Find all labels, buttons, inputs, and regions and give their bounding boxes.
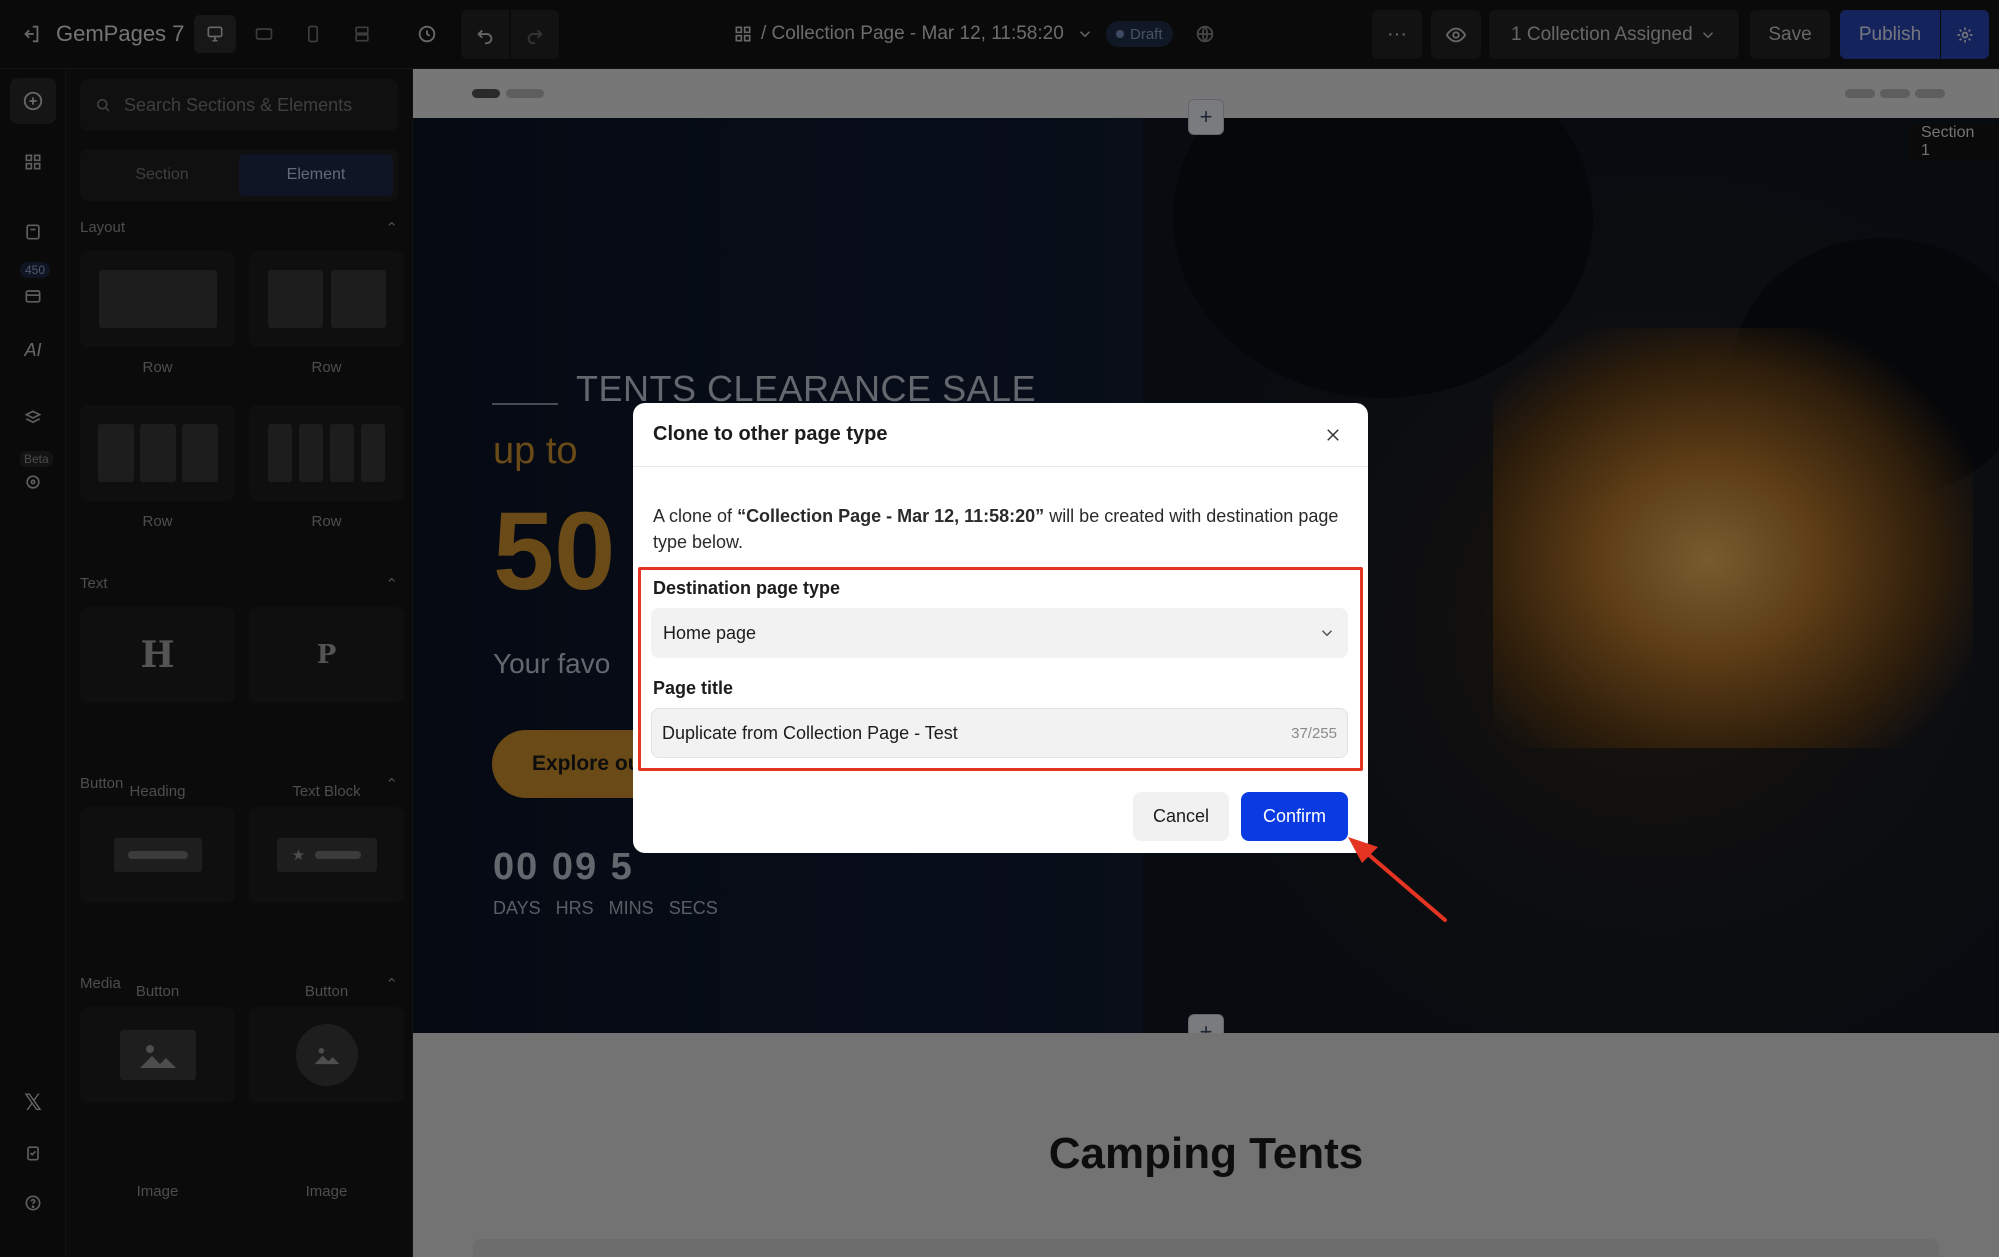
close-button[interactable] <box>1318 420 1348 450</box>
page-title-label: Page title <box>653 678 734 698</box>
destination-page-type-select[interactable]: Home page <box>651 608 1348 658</box>
desc-prefix: A clone of <box>653 506 738 526</box>
desc-page-name: “Collection Page - Mar 12, 11:58:20” <box>737 506 1045 526</box>
destination-value: Home page <box>663 622 757 643</box>
char-counter: 37/255 <box>1291 724 1337 742</box>
page-title-input[interactable] <box>662 722 1242 744</box>
chevron-down-icon <box>1321 630 1333 637</box>
destination-label: Destination page type <box>653 578 841 598</box>
close-icon <box>1327 428 1339 441</box>
cancel-button[interactable]: Cancel <box>1133 792 1229 841</box>
dialog-description: A clone of “Collection Page - Mar 12, 11… <box>653 503 1353 555</box>
annotation-arrow-icon <box>1348 837 1447 922</box>
dialog-title: Clone to other page type <box>653 423 888 445</box>
clone-page-dialog: Clone to other page type A clone of “Col… <box>633 403 1368 853</box>
page-title-field[interactable]: 37/255 <box>651 708 1348 758</box>
confirm-button[interactable]: Confirm <box>1241 792 1348 841</box>
dialog-header: Clone to other page type <box>633 403 1368 467</box>
